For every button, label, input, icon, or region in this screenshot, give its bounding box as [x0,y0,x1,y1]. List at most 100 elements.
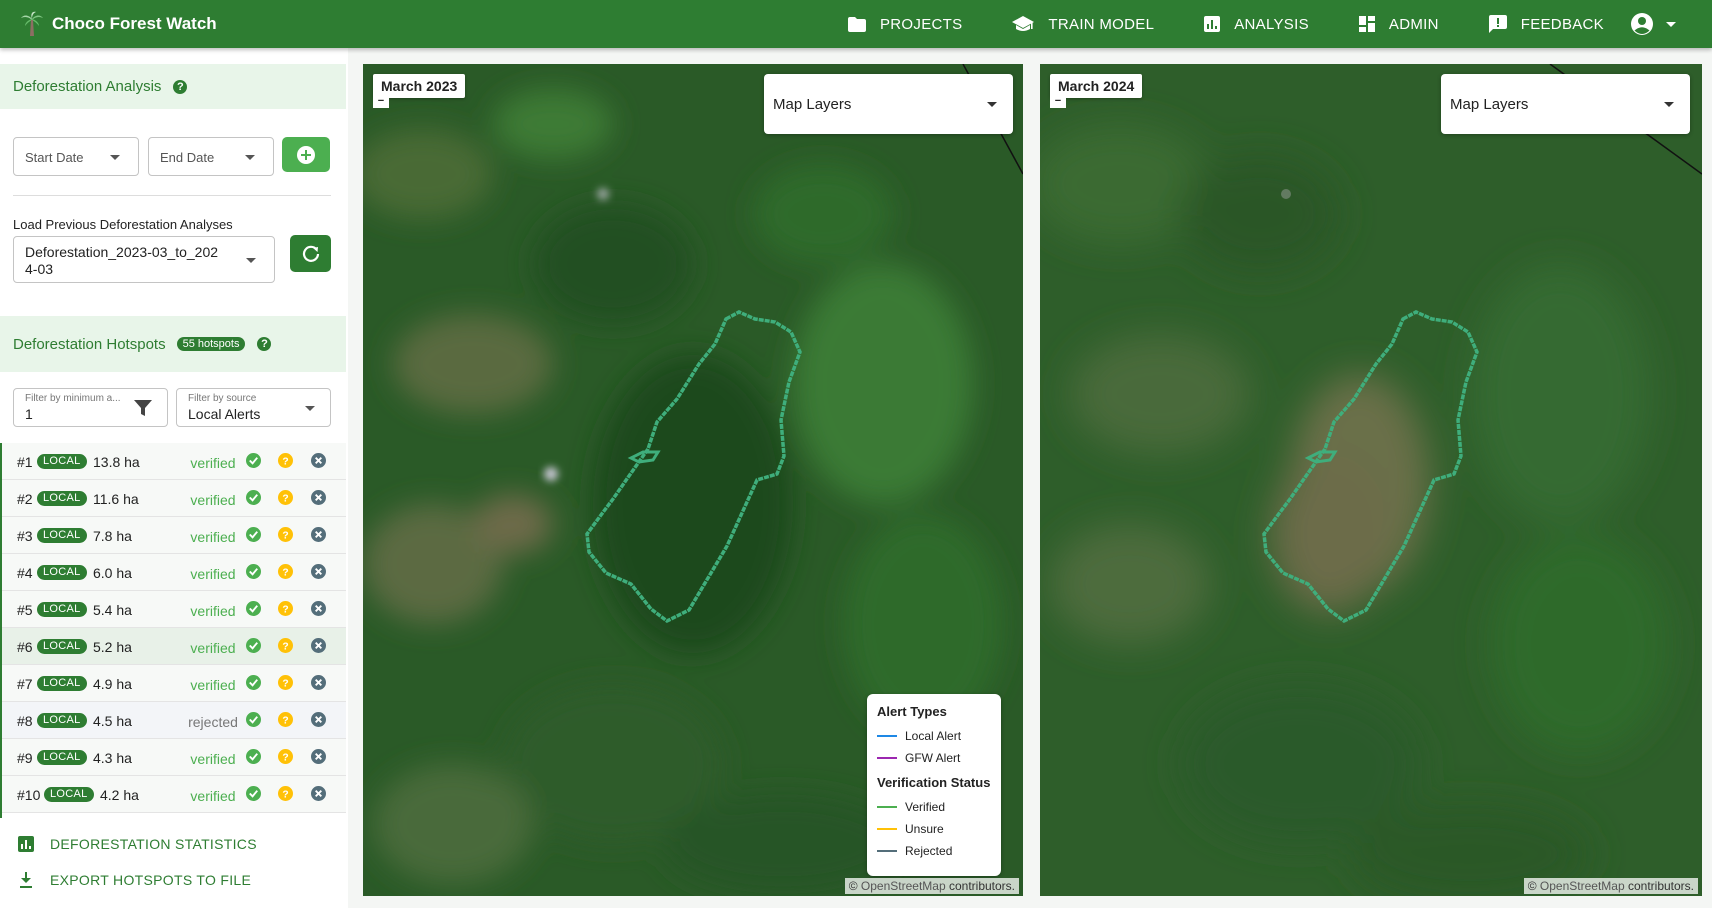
min-area-filter[interactable]: Filter by minimum a... 1 [13,388,168,427]
source-badge: LOCAL [37,491,87,506]
svg-text:?: ? [282,530,288,541]
previous-analysis-select[interactable]: Deforestation_2023-03_to_2024-03 [13,236,275,283]
source-badge: LOCAL [37,602,87,617]
hotspot-row[interactable]: #1 LOCAL 13.8 ha verified? [2,443,346,480]
unsure-help-icon[interactable]: ? [278,601,293,616]
reject-cancel-icon[interactable] [311,527,326,542]
hotspot-area: 11.6 ha [93,491,139,507]
hotspot-area: 5.4 ha [93,602,132,618]
source-badge: LOCAL [37,528,87,543]
reject-cancel-icon[interactable] [311,564,326,579]
chevron-down-icon [110,155,120,160]
legend-alert-title: Alert Types [877,704,947,719]
brand[interactable]: Choco Forest Watch [20,11,217,37]
unsure-help-icon[interactable]: ? [278,490,293,505]
zoom-out-button[interactable]: − [1050,96,1066,108]
verify-check-icon[interactable] [246,527,261,542]
unsure-help-icon[interactable]: ? [278,712,293,727]
help-icon[interactable]: ? [173,79,188,94]
unsure-help-icon[interactable]: ? [278,675,293,690]
reject-cancel-icon[interactable] [311,675,326,690]
map-before[interactable]: March 2023 − Map Layers Alert Types Loca… [363,64,1023,896]
hotspot-row[interactable]: #7 LOCAL 4.9 ha verified? [2,665,346,702]
hotspot-area: 7.8 ha [93,528,132,544]
reject-cancel-icon[interactable] [311,786,326,801]
export-hotspots-button[interactable]: EXPORT HOTSPOTS TO FILE [18,872,251,888]
nav-analysis[interactable]: ANALYSIS [1204,0,1309,48]
source-badge: LOCAL [37,676,87,691]
reject-cancel-icon[interactable] [311,712,326,727]
account-circle-icon [1631,13,1653,35]
map-layers-dropdown[interactable]: Map Layers [764,74,1013,134]
hotspot-row[interactable]: #10 LOCAL 4.2 ha verified? [2,776,346,813]
nav-feedback[interactable]: FEEDBACK [1488,0,1604,48]
verify-check-icon[interactable] [246,712,261,727]
hotspot-area: 4.5 ha [93,713,132,729]
reject-cancel-icon[interactable] [311,490,326,505]
reject-cancel-icon[interactable] [311,601,326,616]
load-analyses-label: Load Previous Deforestation Analyses [13,217,233,232]
add-analysis-button[interactable] [282,137,330,172]
hotspot-status: verified [190,529,236,545]
svg-text:?: ? [282,456,288,467]
nav-projects[interactable]: PROJECTS [848,0,962,48]
source-filter-value: Local Alerts [188,406,261,422]
nav-admin[interactable]: ADMIN [1358,0,1439,48]
reject-cancel-icon[interactable] [311,638,326,653]
chevron-down-icon [1666,22,1676,27]
hotspot-area: 4.9 ha [93,676,132,692]
filter-icon [134,400,152,416]
verify-check-icon[interactable] [246,749,261,764]
hotspot-row[interactable]: #8 LOCAL 4.5 ha rejected? [2,702,346,739]
unsure-help-icon[interactable]: ? [278,453,293,468]
help-icon[interactable]: ? [257,337,272,351]
reject-cancel-icon[interactable] [311,453,326,468]
hotspot-row[interactable]: #2 LOCAL 11.6 ha verified? [2,480,346,517]
map-layers-dropdown[interactable]: Map Layers [1441,74,1690,134]
unsure-help-icon[interactable]: ? [278,564,293,579]
verify-check-icon[interactable] [246,638,261,653]
hotspot-row[interactable]: #6 LOCAL 5.2 ha verified? [2,628,346,665]
unsure-help-icon[interactable]: ? [278,527,293,542]
chart-icon [1204,16,1221,32]
unsure-help-icon[interactable]: ? [278,786,293,801]
account-menu[interactable] [1630,12,1678,36]
verify-check-icon[interactable] [246,453,261,468]
unsure-help-icon[interactable]: ? [278,638,293,653]
hotspot-rank: #7 [17,676,33,692]
osm-link[interactable]: OpenStreetMap [1540,879,1625,893]
verify-check-icon[interactable] [246,564,261,579]
map-date-label: March 2023 [373,74,466,98]
app-title: Choco Forest Watch [52,14,217,33]
hotspot-area: 4.3 ha [93,750,132,766]
legend-item: Unsure [877,818,991,840]
legend-item: GFW Alert [877,747,991,769]
verify-check-icon[interactable] [246,786,261,801]
hotspot-area: 4.2 ha [100,787,139,803]
nav-train-model[interactable]: TRAIN MODEL [1012,0,1154,48]
refresh-analyses-button[interactable] [290,235,331,272]
hotspot-rank: #8 [17,713,33,729]
osm-link[interactable]: OpenStreetMap [861,879,946,893]
source-filter[interactable]: Filter by source Local Alerts [176,388,331,427]
reject-cancel-icon[interactable] [311,749,326,764]
end-date-select[interactable]: End Date [148,137,274,176]
zoom-out-button[interactable]: − [373,96,389,108]
start-date-select[interactable]: Start Date [13,137,139,176]
hotspot-row[interactable]: #4 LOCAL 6.0 ha verified? [2,554,346,591]
hotspot-row[interactable]: #3 LOCAL 7.8 ha verified? [2,517,346,554]
hotspot-list[interactable]: #1 LOCAL 13.8 ha verified? #2 LOCAL 11.6 ha ver… [0,443,346,818]
chevron-down-icon [246,258,256,263]
verify-check-icon[interactable] [246,675,261,690]
deforestation-statistics-button[interactable]: DEFORESTATION STATISTICS [18,836,257,852]
verify-check-icon[interactable] [246,490,261,505]
verify-check-icon[interactable] [246,601,261,616]
map-after[interactable]: March 2024 − Map Layers © OpenStreetMap … [1040,64,1702,896]
unsure-help-icon[interactable]: ? [278,749,293,764]
hotspot-row[interactable]: #5 LOCAL 5.4 ha verified? [2,591,346,628]
svg-text:?: ? [282,641,288,652]
source-badge: LOCAL [37,454,87,469]
svg-text:?: ? [282,752,288,763]
map-attribution: © OpenStreetMap contributors. [1523,878,1698,894]
hotspot-row[interactable]: #9 LOCAL 4.3 ha verified? [2,739,346,776]
